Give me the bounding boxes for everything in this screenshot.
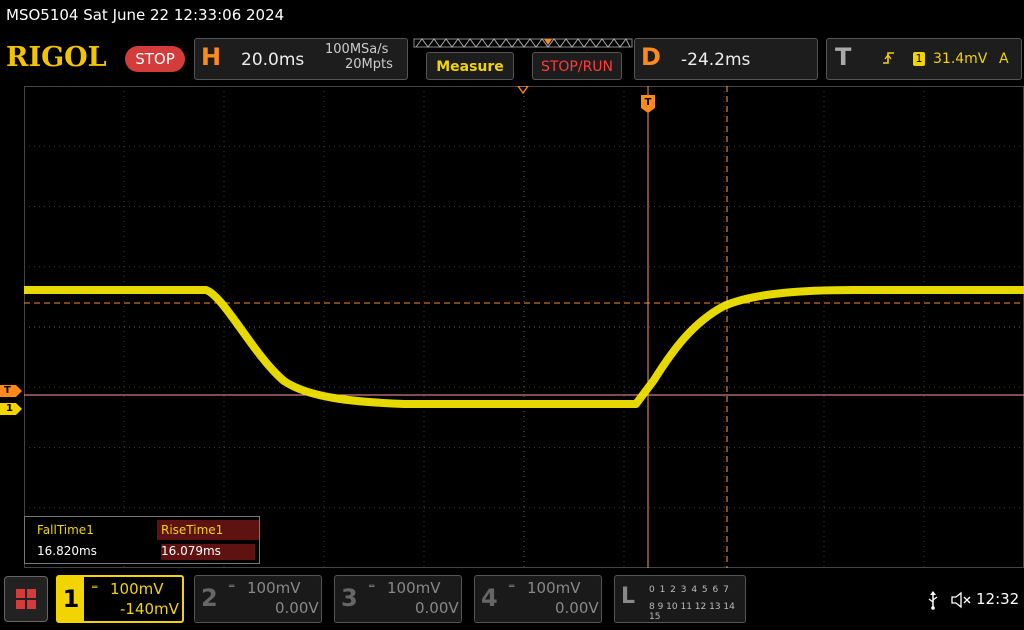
svg-text:T: T: [645, 97, 652, 108]
trigger-settings[interactable]: T 1 31.4mV A: [826, 38, 1022, 80]
channel-1-offset: -140mV: [120, 600, 179, 618]
dc-coupling-icon: ═: [229, 582, 235, 592]
stop-run-button-label: STOP/RUN: [540, 59, 614, 75]
dc-coupling-icon: ═: [509, 582, 515, 592]
rising-edge-icon: [883, 52, 894, 64]
channel-2-box[interactable]: 2 ═ 100mV 0.00V: [194, 575, 322, 623]
memory-position-indicator: [413, 38, 633, 48]
mute-speaker-icon[interactable]: [950, 590, 972, 610]
memory-depth: 20Mpts: [345, 57, 393, 72]
measure-button-label: Measure: [436, 59, 504, 75]
logic-channels-row-1: 0 1 2 3 4 5 6 7: [649, 585, 730, 595]
channel-1-scale: 100mV: [110, 580, 164, 598]
run-state-badge[interactable]: STOP: [125, 46, 185, 72]
channel-2-offset: 0.00V: [275, 599, 319, 617]
delay-value: -24.2ms: [681, 50, 751, 70]
home-button[interactable]: [4, 576, 48, 622]
trigger-level: 31.4mV: [933, 51, 988, 67]
timebase-value: 20.0ms: [241, 50, 305, 70]
trigger-mode: A: [999, 51, 1009, 67]
logic-channels-row-2: 8 9 10 11 12 13 14 15: [649, 602, 735, 622]
rise-time-value: 16.079ms: [161, 544, 255, 560]
waveform-display[interactable]: T: [24, 86, 1024, 568]
logic-analyzer-box[interactable]: L 0 1 2 3 4 5 6 7 8 9 10 11 12 13 14 15: [614, 575, 746, 623]
channel-3-number: 3: [341, 584, 358, 612]
logic-label: L: [621, 584, 636, 609]
channel-3-scale: 100mV: [387, 579, 441, 597]
ch1-marker-label: 1: [6, 403, 13, 414]
fall-time-value: 16.820ms: [37, 544, 97, 558]
usb-icon: [928, 591, 938, 610]
dc-coupling-icon: ═: [92, 583, 98, 593]
fall-time-label: FallTime1: [37, 523, 94, 537]
channel-4-number: 4: [481, 584, 498, 612]
channel-4-box[interactable]: 4 ═ 100mV 0.00V: [474, 575, 602, 623]
measurement-panel[interactable]: FallTime1 RiseTime1 16.820ms 16.079ms: [24, 516, 260, 564]
stop-run-button[interactable]: STOP/RUN: [532, 52, 622, 80]
channel-1-box[interactable]: 1 ═ 100mV -140mV: [56, 575, 184, 623]
sample-rate: 100MSa/s: [325, 42, 389, 57]
dc-coupling-icon: ═: [369, 582, 375, 592]
title-bar: MSO5104 Sat June 22 12:33:06 2024: [0, 0, 1024, 34]
window-title: MSO5104 Sat June 22 12:33:06 2024: [6, 6, 285, 24]
delay-settings[interactable]: D -24.2ms: [634, 38, 818, 80]
clock: 12:32: [976, 590, 1020, 608]
trigger-marker-label: T: [4, 385, 11, 396]
channel-1-number: 1: [58, 577, 84, 621]
rise-time-label: RiseTime1: [157, 520, 259, 540]
channel-2-number: 2: [201, 584, 218, 612]
horizontal-label: H: [201, 43, 222, 71]
grid-menu-icon: [16, 589, 36, 609]
channel-3-box[interactable]: 3 ═ 100mV 0.00V: [334, 575, 462, 623]
measure-button[interactable]: Measure: [426, 52, 514, 80]
channel-3-offset: 0.00V: [415, 599, 459, 617]
channel-4-offset: 0.00V: [555, 599, 599, 617]
horizontal-settings[interactable]: H 20.0ms 100MSa/s 20Mpts: [194, 38, 408, 80]
channel-4-scale: 100mV: [527, 579, 581, 597]
channel-2-scale: 100mV: [247, 579, 301, 597]
rigol-logo: RIGOL: [6, 42, 107, 73]
trigger-source-badge: 1: [913, 52, 925, 66]
trigger-label: T: [835, 43, 852, 71]
delay-label: D: [641, 43, 661, 71]
